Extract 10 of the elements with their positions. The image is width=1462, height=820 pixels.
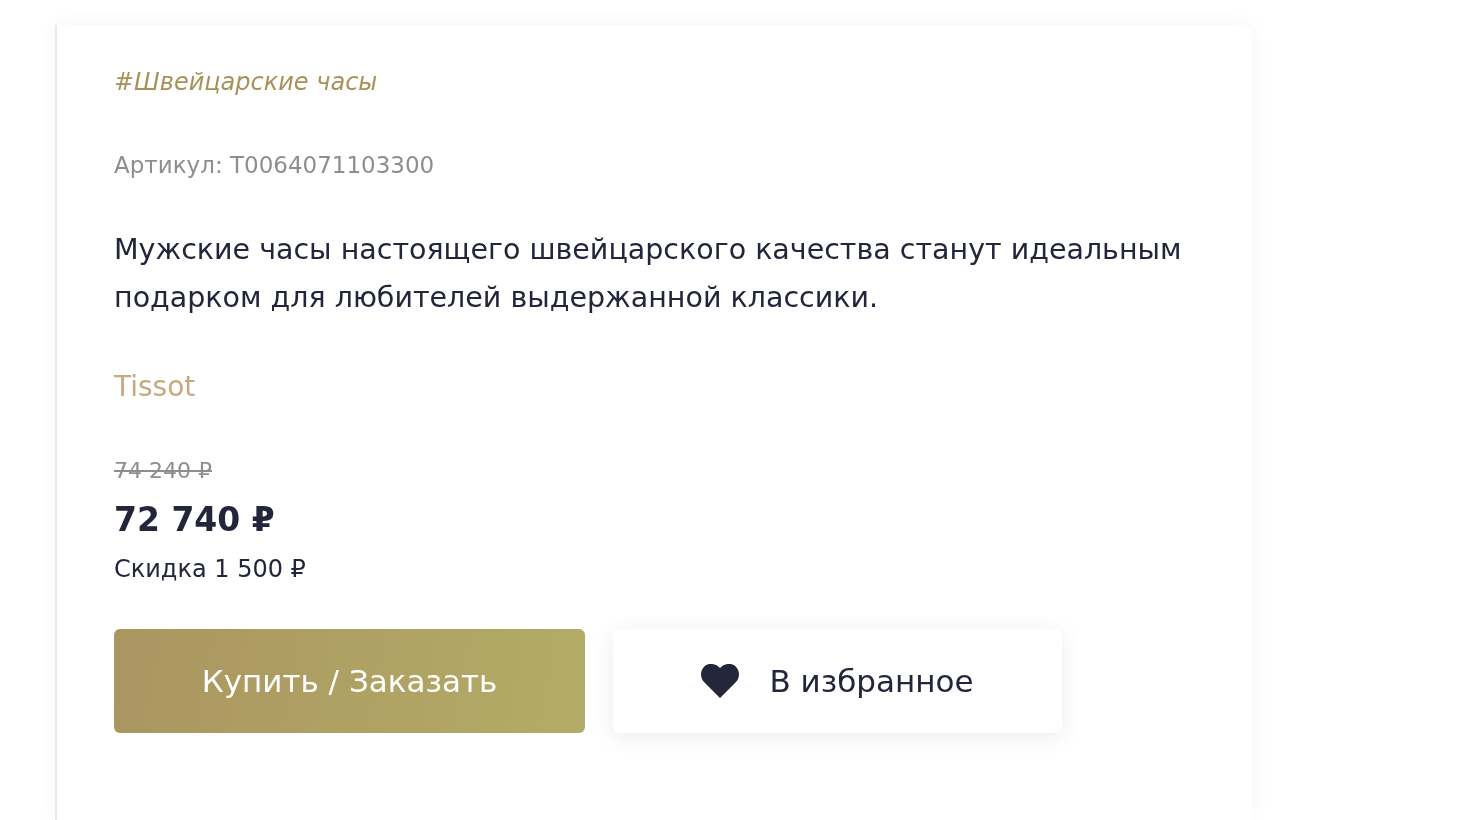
old-price: 74 240 ₽ <box>114 457 212 485</box>
category-tag-link[interactable]: #Швейцарские часы <box>114 65 378 99</box>
heart-icon <box>701 664 740 698</box>
current-price: 72 740 ₽ <box>114 499 275 541</box>
product-description: Мужские часы настоящего швейцарского качества станут идеальным подарком для любителей выдержанной классики. <box>114 232 1183 316</box>
favorite-button[interactable]: В избранное <box>613 629 1062 733</box>
brand-link[interactable]: Tissot <box>114 367 196 407</box>
buy-button[interactable]: Купить / Заказать <box>114 629 585 733</box>
sku-text: Артикул: T0064071103300 <box>114 151 435 180</box>
discount-text: Скидка 1 500 ₽ <box>114 554 306 585</box>
